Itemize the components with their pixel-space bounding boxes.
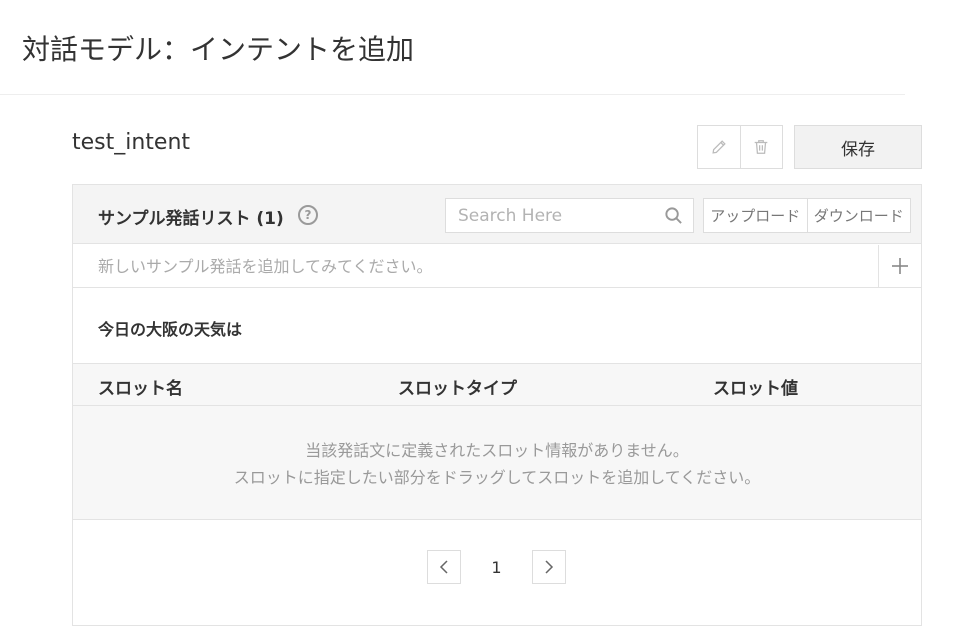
intent-action-group: [697, 125, 783, 169]
help-icon[interactable]: ?: [298, 205, 318, 225]
page-title: 対話モデル：インテントを追加: [22, 33, 415, 66]
pagination: 1: [427, 550, 566, 584]
search-icon[interactable]: [664, 206, 683, 225]
slot-table-header: スロット名 スロットタイプ スロット値: [73, 363, 921, 406]
slot-value-column: スロット値: [713, 379, 798, 399]
intent-name: test_intent: [72, 130, 191, 155]
next-page-button[interactable]: [532, 550, 566, 584]
slot-empty-line-1: 当該発話文に定義されたスロット情報がありません。: [305, 441, 689, 460]
new-utterance-input[interactable]: [73, 245, 878, 287]
pencil-icon: [712, 140, 726, 154]
plus-icon: [892, 258, 908, 274]
search-box: [445, 198, 694, 233]
prev-page-button[interactable]: [427, 550, 461, 584]
utterance-text[interactable]: 今日の大阪の天気は: [98, 316, 242, 340]
chevron-left-icon: [439, 560, 448, 574]
slot-empty-message: 当該発話文に定義されたスロット情報がありません。 スロットに指定したい部分をドラ…: [73, 406, 921, 520]
current-page[interactable]: 1: [461, 558, 532, 577]
upload-download-group: アップロード ダウンロード: [703, 198, 911, 233]
upload-button[interactable]: アップロード: [704, 199, 807, 232]
save-button[interactable]: 保存: [794, 125, 922, 169]
delete-button[interactable]: [739, 126, 783, 168]
slot-name-column: スロット名: [98, 379, 183, 399]
add-utterance-row: [73, 245, 921, 288]
slot-empty-line-2: スロットに指定したい部分をドラッグしてスロットを追加してください。: [233, 468, 761, 487]
title-divider: [0, 94, 905, 95]
search-input[interactable]: [446, 199, 656, 232]
sample-utterance-panel: サンプル発話リスト (1) ? アップロード ダウンロード 今日の大阪の天気は …: [72, 184, 922, 626]
edit-button[interactable]: [698, 126, 740, 168]
sample-list-title: サンプル発話リスト (1): [98, 209, 284, 229]
download-button[interactable]: ダウンロード: [806, 199, 911, 232]
chevron-right-icon: [545, 560, 554, 574]
slot-type-column: スロットタイプ: [398, 379, 517, 399]
trash-icon: [754, 140, 768, 154]
add-utterance-button[interactable]: [878, 245, 921, 287]
panel-header: サンプル発話リスト (1) ? アップロード ダウンロード: [73, 185, 921, 244]
